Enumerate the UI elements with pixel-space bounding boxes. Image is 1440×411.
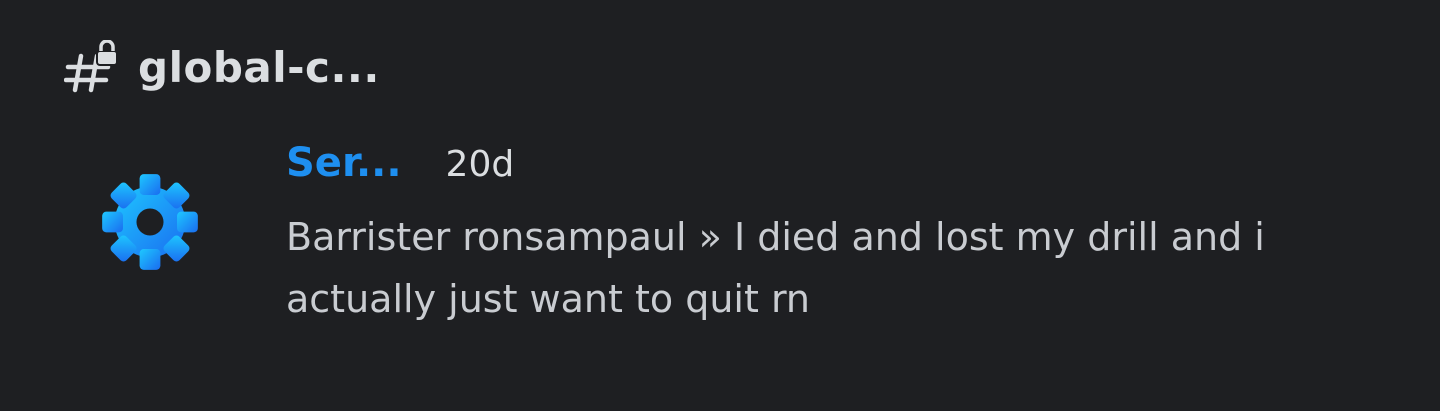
notification-panel: global-c... Ser... 20d Barrister ronsamp… xyxy=(0,0,1440,411)
timestamp: 20d xyxy=(445,144,515,185)
message-body: Ser... 20d Barrister ronsampaul » I died… xyxy=(286,140,1276,330)
channel-name: global-c... xyxy=(138,43,380,92)
locked-text-channel-icon xyxy=(64,40,120,96)
message-item[interactable]: Ser... 20d Barrister ronsampaul » I died… xyxy=(98,140,1338,330)
gear-icon[interactable] xyxy=(98,170,202,274)
author-name[interactable]: Ser... xyxy=(286,140,402,186)
channel-header[interactable]: global-c... xyxy=(64,26,380,96)
message-content: Barrister ronsampaul » I died and lost m… xyxy=(286,215,1265,321)
message-header: Ser... 20d xyxy=(286,140,1276,200)
